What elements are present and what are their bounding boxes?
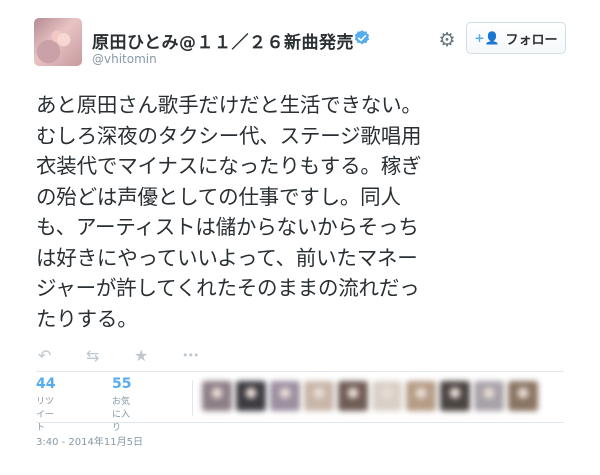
favoriter-avatar[interactable]: [406, 381, 436, 411]
favoriter-avatar[interactable]: [508, 381, 538, 411]
retweet-stat[interactable]: 44 リツイート: [36, 376, 55, 433]
divider-top: [36, 371, 564, 372]
favoriter-avatar[interactable]: [474, 381, 504, 411]
retweet-icon[interactable]: ⇆: [86, 346, 134, 366]
favoriter-avatar[interactable]: [372, 381, 402, 411]
user-handle[interactable]: @vhitomin: [92, 52, 157, 66]
favoriter-avatar[interactable]: [440, 381, 470, 411]
favoriter-avatar[interactable]: [236, 381, 266, 411]
favorite-count: 55: [112, 376, 132, 392]
retweet-label: リツイート: [36, 397, 55, 433]
tweet-text: あと原田さん歌手だけだと生活できない。 むしろ深夜のタクシー代、ステージ歌唱用 …: [36, 93, 422, 331]
follow-button[interactable]: +👤 フォロー: [466, 22, 566, 54]
follow-button-label: フォロー: [505, 32, 558, 48]
stats-separator: [192, 380, 193, 416]
retweet-count: 44: [36, 376, 56, 392]
favoriter-avatar[interactable]: [270, 381, 300, 411]
verified-badge-icon: [354, 30, 370, 45]
user-avatar[interactable]: [34, 18, 82, 66]
favoriter-avatar[interactable]: [202, 381, 232, 411]
tweet-card: 原田ひとみ@１１／２６新曲発売 @vhitomin ⚙ +👤 フォロー あと原田…: [0, 0, 600, 475]
gear-icon[interactable]: ⚙: [437, 30, 457, 50]
favoriter-avatar[interactable]: [338, 381, 368, 411]
reply-icon[interactable]: ↶: [38, 346, 86, 366]
more-icon[interactable]: •••: [182, 346, 230, 366]
add-user-icon: +👤: [474, 31, 500, 45]
favorite-icon[interactable]: ★: [134, 346, 182, 366]
divider-bottom: [36, 422, 564, 423]
user-display-name[interactable]: 原田ひとみ@１１／２６新曲発売: [92, 28, 354, 53]
favoriter-avatar[interactable]: [304, 381, 334, 411]
tweet-timestamp[interactable]: 3:40 - 2014年11月5日: [36, 433, 143, 448]
favorite-stat[interactable]: 55 お気に入り: [112, 376, 131, 433]
tweet-actions: ↶ ⇆ ★ •••: [38, 346, 230, 366]
favorite-label: お気に入り: [112, 397, 131, 433]
